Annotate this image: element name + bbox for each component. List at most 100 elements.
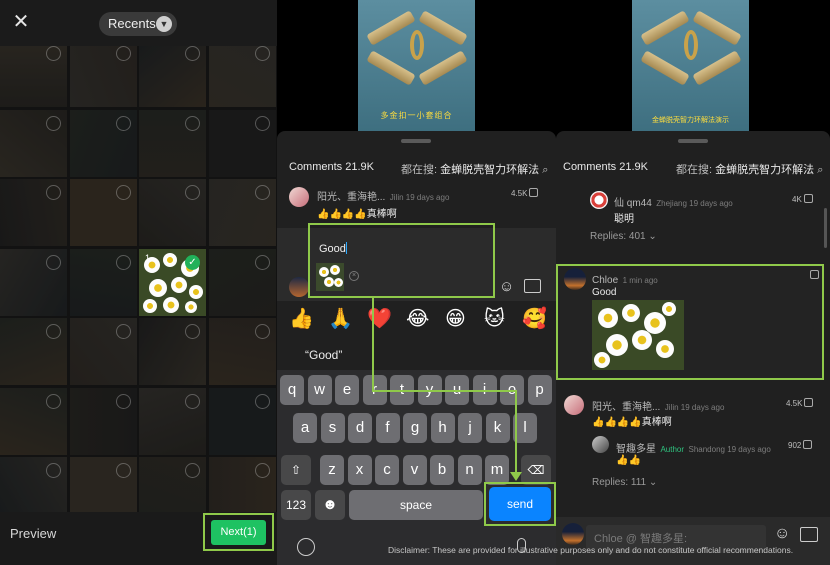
photo-thumbnail[interactable] [139,387,206,455]
select-circle-icon[interactable] [185,115,200,131]
select-circle-icon[interactable] [185,185,200,200]
sheet-handle[interactable] [678,139,708,143]
photo-thumbnail[interactable] [0,179,67,246]
search-suggestion[interactable]: 都在搜: 金蝉脱壳智力环解法 ⌕ [676,161,823,177]
avatar[interactable] [592,436,609,453]
photo-thumbnail[interactable] [0,40,67,107]
comment-image[interactable] [592,300,684,370]
select-circle-icon[interactable] [46,324,61,339]
select-circle-icon[interactable] [254,254,270,270]
emoji-thumbs-up[interactable]: 👍 [289,306,314,331]
key-v[interactable]: v [402,455,427,485]
photo-thumbnail[interactable] [69,179,137,246]
sheet-handle[interactable] [401,139,431,143]
numbers-key[interactable]: 123 [281,490,311,520]
key-p[interactable]: p [527,375,552,405]
select-circle-icon[interactable] [46,115,61,131]
backspace-key[interactable]: ⌫ [521,455,551,485]
key-a[interactable]: a [293,413,317,443]
select-circle-icon[interactable] [185,46,200,61]
photo-thumbnail[interactable] [69,40,137,107]
space-key[interactable]: space [349,490,483,520]
close-icon[interactable]: ✕ [10,11,32,33]
select-circle-icon[interactable] [115,393,131,409]
emoji-icon[interactable]: ☺ [499,278,514,295]
photo-thumbnail[interactable] [139,109,206,177]
shift-key[interactable]: ⇧ [281,455,311,485]
comment-username[interactable]: 阳光、重海艳... [317,192,385,203]
photo-thumbnail[interactable] [208,318,276,385]
avatar[interactable] [590,191,608,209]
select-circle-icon[interactable] [115,254,131,270]
select-circle-icon[interactable] [185,324,200,339]
photo-thumbnail[interactable] [69,109,137,177]
image-icon[interactable] [800,527,818,542]
select-circle-icon[interactable] [254,393,270,409]
photo-thumbnail[interactable] [139,179,206,246]
comment-username[interactable]: 仙 qm44 [614,198,652,209]
avatar[interactable] [564,395,584,415]
suggestion-word[interactable]: “Good” [305,348,342,362]
photo-thumbnail[interactable] [0,248,67,316]
select-circle-icon[interactable] [115,46,131,61]
photo-thumbnail[interactable] [208,387,276,455]
image-icon[interactable] [524,279,541,293]
photo-thumbnail[interactable] [208,248,276,316]
key-f[interactable]: f [375,413,400,443]
emoji-grin[interactable]: 😁 [445,306,466,331]
scrollbar[interactable] [824,208,827,248]
key-h[interactable]: h [430,413,455,443]
key-s[interactable]: s [320,413,345,443]
emoji-heart[interactable]: ❤️ [367,306,392,331]
attached-image[interactable] [316,263,344,291]
photo-thumbnail[interactable] [139,40,206,107]
select-circle-icon[interactable] [46,254,61,270]
avatar[interactable] [564,268,586,290]
select-circle-icon[interactable] [254,463,270,478]
key-x[interactable]: x [347,455,372,485]
key-z[interactable]: z [320,455,344,485]
key-j[interactable]: j [458,413,482,443]
select-circle-icon[interactable] [115,115,131,131]
album-selector[interactable]: Recents ▼ [99,12,177,36]
emoji-laugh[interactable]: 😂 [406,306,429,331]
key-b[interactable]: b [430,455,454,485]
select-circle-icon[interactable] [254,324,270,339]
photo-thumbnail[interactable] [69,318,137,385]
preview-button[interactable]: Preview [10,526,56,541]
like-count[interactable]: 902 [788,440,813,450]
select-circle-icon[interactable] [46,393,61,409]
photo-thumbnail[interactable] [208,40,276,107]
emoji-love[interactable]: 🥰 [522,306,547,331]
photo-thumbnail[interactable]: 1 [139,248,206,316]
key-n[interactable]: n [457,455,482,485]
select-circle-icon[interactable] [185,393,200,409]
select-circle-icon[interactable] [46,185,61,200]
like-count[interactable]: 4.5K [786,398,814,408]
select-circle-icon[interactable] [115,185,131,200]
like-button[interactable] [808,270,819,280]
photo-thumbnail[interactable] [69,248,137,316]
emoji-cat[interactable]: 🐱 [484,306,505,331]
comment-username[interactable]: 智趣多星 [616,444,656,455]
comment-input[interactable]: Good [319,242,347,255]
select-circle-icon[interactable] [46,46,61,61]
globe-icon[interactable] [297,538,315,556]
key-k[interactable]: k [485,413,510,443]
key-d[interactable]: d [348,413,372,443]
comment-username[interactable]: 阳光、重海艳... [592,402,660,413]
key-g[interactable]: g [403,413,427,443]
key-m[interactable]: m [485,455,509,485]
send-button[interactable]: send [489,487,551,521]
select-circle-icon[interactable] [185,463,200,478]
remove-image-icon[interactable]: × [349,271,359,281]
key-c[interactable]: c [375,455,399,485]
key-e[interactable]: e [335,375,359,405]
like-count[interactable]: 4.5K [511,188,539,198]
view-replies-link[interactable]: Replies: 111 ⌄ [592,477,657,488]
photo-thumbnail[interactable] [208,179,276,246]
emoji-icon[interactable]: ☺ [774,525,790,543]
search-suggestion[interactable]: 都在搜: 金蝉脱壳智力环解法 ⌕ [401,161,548,177]
key-w[interactable]: w [307,375,332,405]
select-circle-icon[interactable] [254,185,270,200]
